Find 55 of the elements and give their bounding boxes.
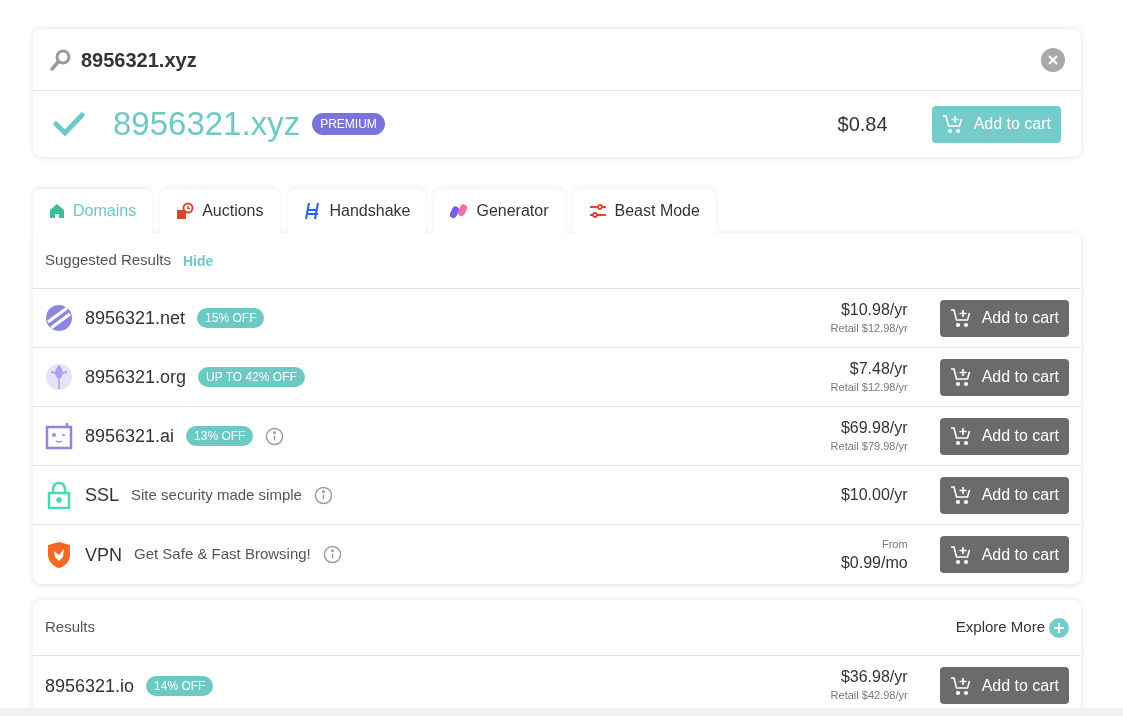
domain-name: 8956321.net (85, 307, 186, 330)
price: $0.84 (837, 112, 888, 137)
tab[interactable]: Beast Mode (572, 189, 716, 233)
sprout-icon (45, 363, 73, 391)
section-title: Results (45, 617, 96, 638)
domain-name: 8956321.ai (85, 425, 175, 448)
discount-badge: 14% OFF (146, 675, 214, 696)
product-description: Site security made simple (131, 484, 302, 505)
price: $7.48/yr (849, 358, 908, 379)
info-icon[interactable] (265, 426, 285, 446)
retail-price: Retail $12.98/yr (830, 320, 908, 336)
add-to-cart-button[interactable]: Add to cart (939, 299, 1069, 337)
premium-badge: PREMIUM (312, 113, 385, 135)
explore-more-link[interactable]: Explore More (955, 616, 1069, 639)
domain-name: 8956321.org (85, 366, 187, 389)
tab[interactable]: Handshake (287, 189, 427, 233)
add-to-cart-button[interactable]: Add to cart (939, 476, 1069, 514)
retail-price: Retail $79.98/yr (830, 438, 908, 454)
price: $36.98/yr (840, 667, 908, 688)
product-name: SSL (85, 484, 120, 507)
add-to-cart-button[interactable]: Add to cart (939, 417, 1069, 455)
info-icon[interactable] (313, 485, 333, 505)
discount-badge: 13% OFF (186, 426, 254, 446)
sliders-icon (588, 203, 607, 219)
retail-price: Retail $12.98/yr (830, 379, 908, 395)
globe-icon (45, 304, 73, 332)
section-title: Suggested Results (45, 250, 171, 271)
price: $10.98/yr (840, 299, 908, 320)
robot-face-icon (45, 422, 73, 450)
price: $69.98/yr (840, 417, 908, 438)
retail-price: Retail $42.98/yr (830, 688, 908, 704)
lock-icon (46, 481, 72, 509)
add-to-cart-button[interactable]: Add to cart (939, 667, 1069, 704)
plus-icon (1049, 617, 1069, 638)
product-name: VPN (85, 543, 122, 567)
price: $10.00/yr (840, 485, 908, 505)
shapes-icon (450, 203, 469, 219)
search-icon (49, 47, 73, 72)
add-to-cart-button[interactable]: Add to cart (939, 358, 1069, 396)
add-to-cart-button[interactable]: Add to cart (939, 536, 1069, 573)
checkmark-icon (53, 111, 85, 137)
product-description: Get Safe & Fast Browsing! (134, 544, 311, 565)
tab[interactable]: Auctions (160, 189, 280, 233)
clear-icon[interactable] (1041, 47, 1065, 72)
shield-icon (46, 540, 72, 569)
tab[interactable]: Generator (434, 189, 565, 233)
domain-name: 8956321.io (45, 674, 135, 698)
price-prefix: From (881, 537, 908, 553)
house-icon (49, 203, 65, 219)
discount-badge: 15% OFF (197, 308, 265, 328)
info-icon[interactable] (322, 545, 342, 564)
domain-name: 8956321.xyz (113, 104, 301, 145)
price: $0.99/mo (840, 552, 908, 573)
search-field[interactable]: 8956321.xyz (33, 29, 1081, 91)
discount-badge: UP TO 42% OFF (198, 367, 305, 387)
